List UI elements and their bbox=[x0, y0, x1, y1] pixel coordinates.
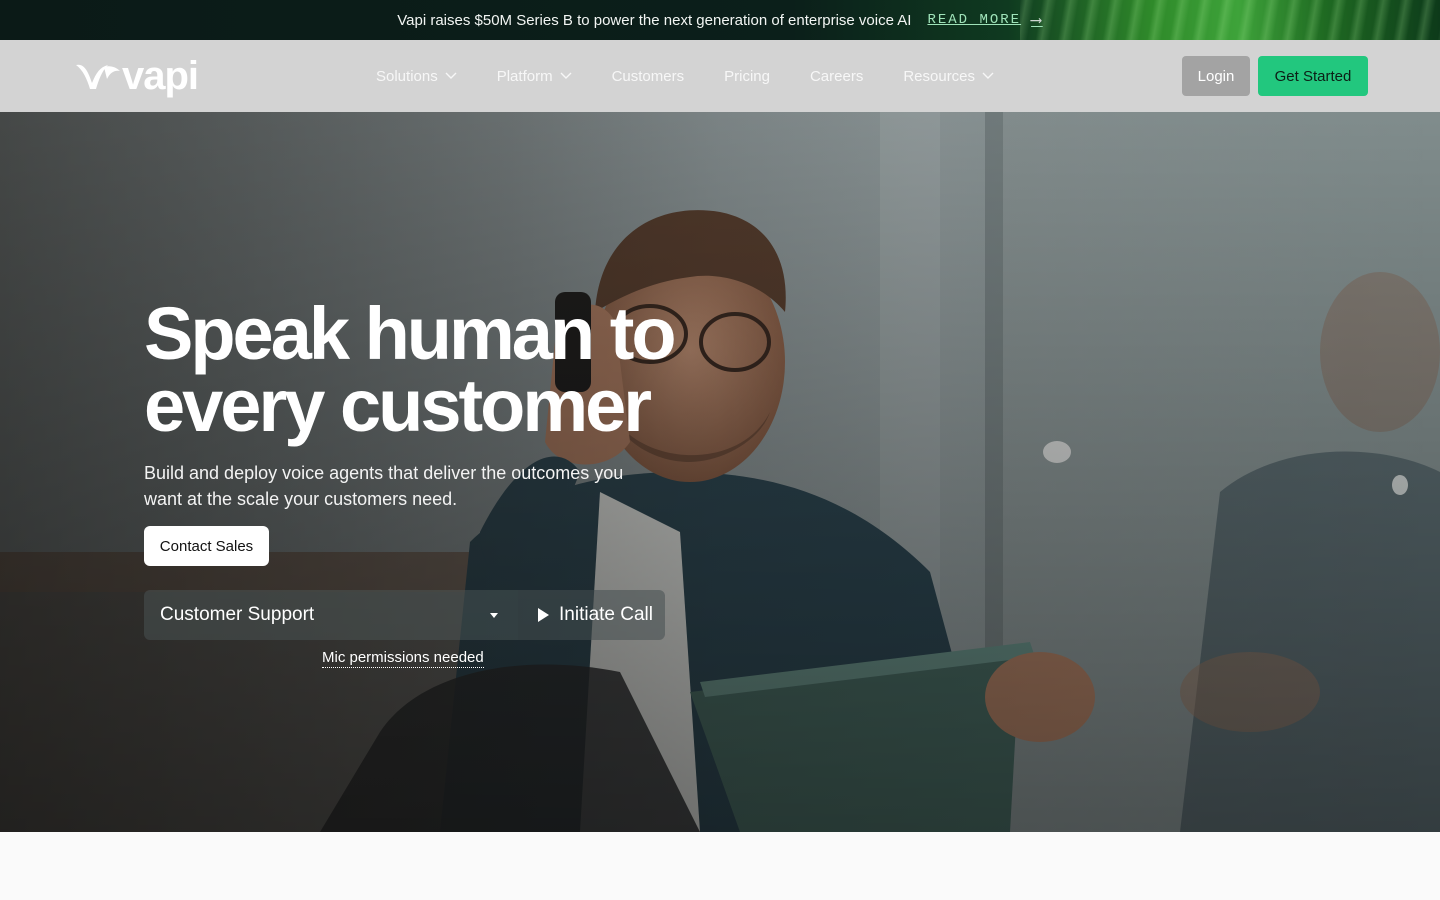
nav-item-label: Customers bbox=[611, 67, 685, 85]
call-widget: Customer Support Initiate Call bbox=[144, 590, 665, 640]
announcement-bar: Vapi raises $50M Series B to power the n… bbox=[0, 0, 1440, 40]
read-more-label: READ MORE bbox=[927, 12, 1022, 28]
chevron-down-icon bbox=[560, 72, 572, 79]
below-hero-section bbox=[0, 832, 1440, 900]
contact-sales-button[interactable]: Contact Sales bbox=[144, 526, 269, 566]
caret-down-icon bbox=[490, 612, 498, 618]
arrow-right-icon: ⟶ bbox=[1031, 12, 1043, 30]
hero-title-line2: every customer bbox=[144, 364, 652, 447]
login-button[interactable]: Login bbox=[1182, 56, 1250, 96]
logo[interactable]: vapi bbox=[74, 53, 199, 98]
hero-section: Speak human to every customer Build and … bbox=[0, 112, 1440, 832]
play-icon bbox=[538, 608, 549, 622]
nav-item-label: Pricing bbox=[724, 67, 770, 85]
agent-type-value: Customer Support bbox=[160, 604, 315, 625]
read-more-link[interactable]: READ MORE ⟶ bbox=[927, 10, 1042, 30]
logo-text: vapi bbox=[122, 53, 199, 98]
chevron-down-icon bbox=[982, 72, 994, 79]
mic-permissions-note[interactable]: Mic permissions needed bbox=[322, 649, 484, 668]
nav-item-resources[interactable]: Resources bbox=[903, 68, 994, 85]
hero-title: Speak human to every customer bbox=[144, 292, 764, 447]
nav-item-label: Platform bbox=[496, 67, 553, 85]
initiate-call-label: Initiate Call bbox=[559, 604, 653, 625]
hero-subtitle: Build and deploy voice agents that deliv… bbox=[144, 463, 624, 509]
initiate-call-button[interactable]: Initiate Call bbox=[518, 590, 665, 640]
hero-title-line1: Speak human to bbox=[144, 292, 677, 375]
nav-item-label: Solutions bbox=[376, 67, 438, 85]
vapi-logo-icon bbox=[76, 64, 120, 89]
get-started-button[interactable]: Get Started bbox=[1258, 56, 1368, 96]
main-menu: Solutions Platform Customers Pricing Car… bbox=[376, 40, 1034, 112]
nav-item-label: Resources bbox=[903, 67, 976, 85]
announcement-message: Vapi raises $50M Series B to power the n… bbox=[397, 11, 912, 29]
nav-item-solutions[interactable]: Solutions bbox=[376, 68, 457, 85]
top-navigation: vapi Solutions Platform Customers Pricin… bbox=[0, 40, 1440, 112]
chevron-down-icon bbox=[445, 72, 457, 79]
nav-item-careers[interactable]: Careers bbox=[810, 68, 863, 85]
nav-item-pricing[interactable]: Pricing bbox=[724, 68, 770, 85]
nav-item-platform[interactable]: Platform bbox=[497, 68, 572, 85]
decorative-streak bbox=[1020, 0, 1440, 40]
nav-item-customers[interactable]: Customers bbox=[612, 68, 685, 85]
agent-type-select[interactable]: Customer Support bbox=[144, 590, 518, 640]
nav-item-label: Careers bbox=[809, 67, 864, 85]
